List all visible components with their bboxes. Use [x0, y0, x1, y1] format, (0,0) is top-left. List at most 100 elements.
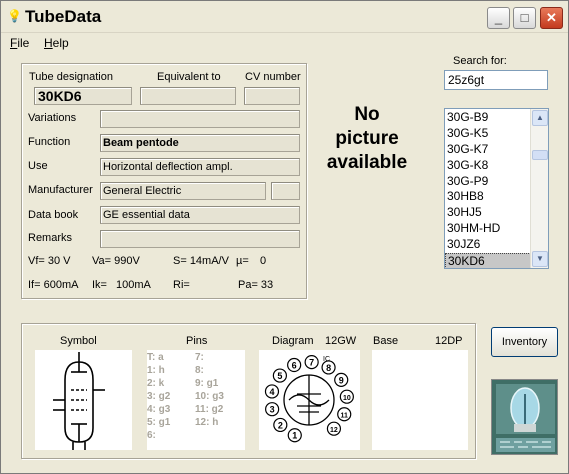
window-title: TubeData: [25, 7, 102, 26]
maximize-button[interactable]: □: [513, 7, 536, 29]
base-panel: [372, 350, 468, 450]
search-input[interactable]: [444, 70, 548, 90]
list-item[interactable]: 30G-B9: [445, 110, 531, 126]
menu-help[interactable]: Help: [44, 36, 69, 50]
menu-bar: File Help: [1, 34, 568, 52]
pin-entry: 3: g2: [147, 391, 171, 402]
close-button[interactable]: ✕: [540, 7, 563, 29]
no-picture-line2: picture: [335, 128, 399, 149]
list-item[interactable]: 30HJ5: [445, 205, 531, 221]
list-item[interactable]: 30JZ6: [445, 237, 531, 253]
pin-entry: 2: k: [147, 378, 165, 389]
scroll-thumb[interactable]: [532, 150, 548, 160]
inventory-button[interactable]: Inventory: [491, 327, 558, 357]
list-item[interactable]: 30G-P9: [445, 174, 531, 190]
diagram-pin-label: 7: [309, 358, 314, 368]
no-picture-line1: No: [354, 104, 380, 125]
tube-list[interactable]: 30G-B9 30G-K5 30G-K7 30G-K8 30G-P9 30HB8 30HJ5…: [444, 108, 549, 269]
equivalent-label: Equivalent to: [157, 71, 221, 83]
tube-symbol-icon: [53, 352, 105, 450]
remarks-label: Remarks: [28, 232, 73, 244]
pin-entry: 4: g3: [147, 404, 171, 415]
diagram-label: Diagram: [272, 335, 314, 347]
databook-label: Data book: [28, 209, 79, 221]
diagram-pin-label: 3: [270, 405, 275, 415]
pin-entry: 8:: [195, 365, 204, 376]
tube-logo-icon: [492, 380, 557, 454]
diagram-pin-label: 11: [341, 413, 349, 420]
base-code: 12DP: [435, 335, 463, 347]
manufacturer-extra-field[interactable]: [271, 182, 300, 200]
pin-entry: T: a: [147, 352, 164, 363]
manufacturer-label: Manufacturer: [28, 184, 93, 196]
diagram-pin-label: 4: [269, 387, 274, 397]
use-label: Use: [28, 160, 48, 172]
list-scrollbar[interactable]: ▲ ▼: [530, 109, 548, 268]
pa-value: Pa= 33: [238, 279, 274, 291]
diagram-pin-label: 2: [278, 420, 283, 430]
designation-label: Tube designation: [29, 71, 113, 83]
pin-entry: 6:: [147, 430, 156, 441]
variations-field[interactable]: [100, 110, 300, 128]
pins-text: T: a 1: h 2: k 3: g2 4: g3 5: g1 6: 7: 8…: [147, 350, 245, 441]
symbol-label: Symbol: [60, 335, 97, 347]
symbol-panel: [35, 350, 132, 450]
pin-column-1: T: a 1: h 2: k 3: g2 4: g3 5: g1 6:: [147, 352, 170, 443]
cv-number-label: CV number: [245, 71, 301, 83]
app-logo: [491, 379, 558, 455]
diagram-pin-label: 6: [292, 361, 297, 371]
pin-entry: 7:: [195, 352, 204, 363]
diagram-pin-label: 8: [326, 363, 331, 373]
vf-value: Vf= 30 V: [28, 255, 71, 267]
designation-field[interactable]: 30KD6: [34, 87, 132, 105]
pins-panel: T: a 1: h 2: k 3: g2 4: g3 5: g1 6: 7: 8…: [147, 350, 245, 450]
minimize-button[interactable]: _: [487, 7, 510, 29]
use-field[interactable]: Horizontal deflection ampl.: [100, 158, 300, 176]
list-item[interactable]: 30HM-HD: [445, 221, 531, 237]
va-value: Va= 990V: [92, 255, 140, 267]
s-value: S= 14mA/V: [173, 255, 229, 267]
pin-column-2: 7: 8: 9: g1 10: g3 11: g2 12: h: [195, 352, 224, 430]
search-label: Search for:: [453, 55, 507, 67]
equivalent-field[interactable]: [140, 87, 236, 105]
pin-entry: 10: g3: [195, 391, 224, 402]
ri-value: Ri=: [173, 279, 190, 291]
function-label: Function: [28, 136, 71, 148]
list-item[interactable]: 30HB8: [445, 189, 531, 205]
databook-field[interactable]: GE essential data: [100, 206, 300, 224]
diagram-panel: 1 2 3 4 5 6 7 8 9 10 11 12 IC: [259, 350, 360, 450]
ik-label: Ik=: [92, 279, 107, 291]
base-label: Base: [373, 335, 399, 347]
scroll-down-icon[interactable]: ▼: [532, 251, 548, 267]
diagram-ic-label: IC: [323, 356, 330, 363]
variations-label: Variations: [28, 112, 77, 124]
menu-file[interactable]: File: [10, 36, 29, 50]
manufacturer-field[interactable]: General Electric: [100, 182, 266, 200]
list-item[interactable]: 30G-K7: [445, 142, 531, 158]
no-picture-text: No picture available: [317, 103, 417, 175]
scroll-up-icon[interactable]: ▲: [532, 110, 548, 126]
tube-list-items: 30G-B9 30G-K5 30G-K7 30G-K8 30G-P9 30HB8 30HJ5…: [445, 110, 531, 268]
diagram-code: 12GW: [325, 335, 357, 347]
function-field[interactable]: Beam pentode: [100, 134, 300, 152]
diagram-pin-label: 12: [330, 427, 338, 434]
mu-value: 0: [260, 255, 267, 267]
list-item[interactable]: 30KD6: [445, 253, 531, 268]
lightbulb-icon: 💡: [7, 9, 22, 23]
diagram-pin-label: 10: [343, 395, 351, 402]
cv-number-field[interactable]: [244, 87, 300, 105]
pin-entry: 12: h: [195, 417, 219, 428]
pin-entry: 11: g2: [195, 404, 224, 415]
diagram-pin-label: 1: [292, 431, 297, 441]
remarks-field[interactable]: [100, 230, 300, 248]
list-item[interactable]: 30G-K5: [445, 126, 531, 142]
no-picture-line3: available: [326, 152, 408, 173]
list-item[interactable]: 30G-K8: [445, 158, 531, 174]
pin-entry: 5: g1: [147, 417, 171, 428]
diagram-pin-label: 5: [277, 371, 282, 381]
title-bar: 💡 TubeData _ □ ✕: [1, 1, 568, 33]
pin-entry: 1: h: [147, 365, 165, 376]
main-window: 💡 TubeData _ □ ✕ File Help Tube designat…: [0, 0, 569, 474]
diagram-pin-label: 9: [339, 375, 344, 385]
ik-value: 100mA: [116, 279, 151, 291]
